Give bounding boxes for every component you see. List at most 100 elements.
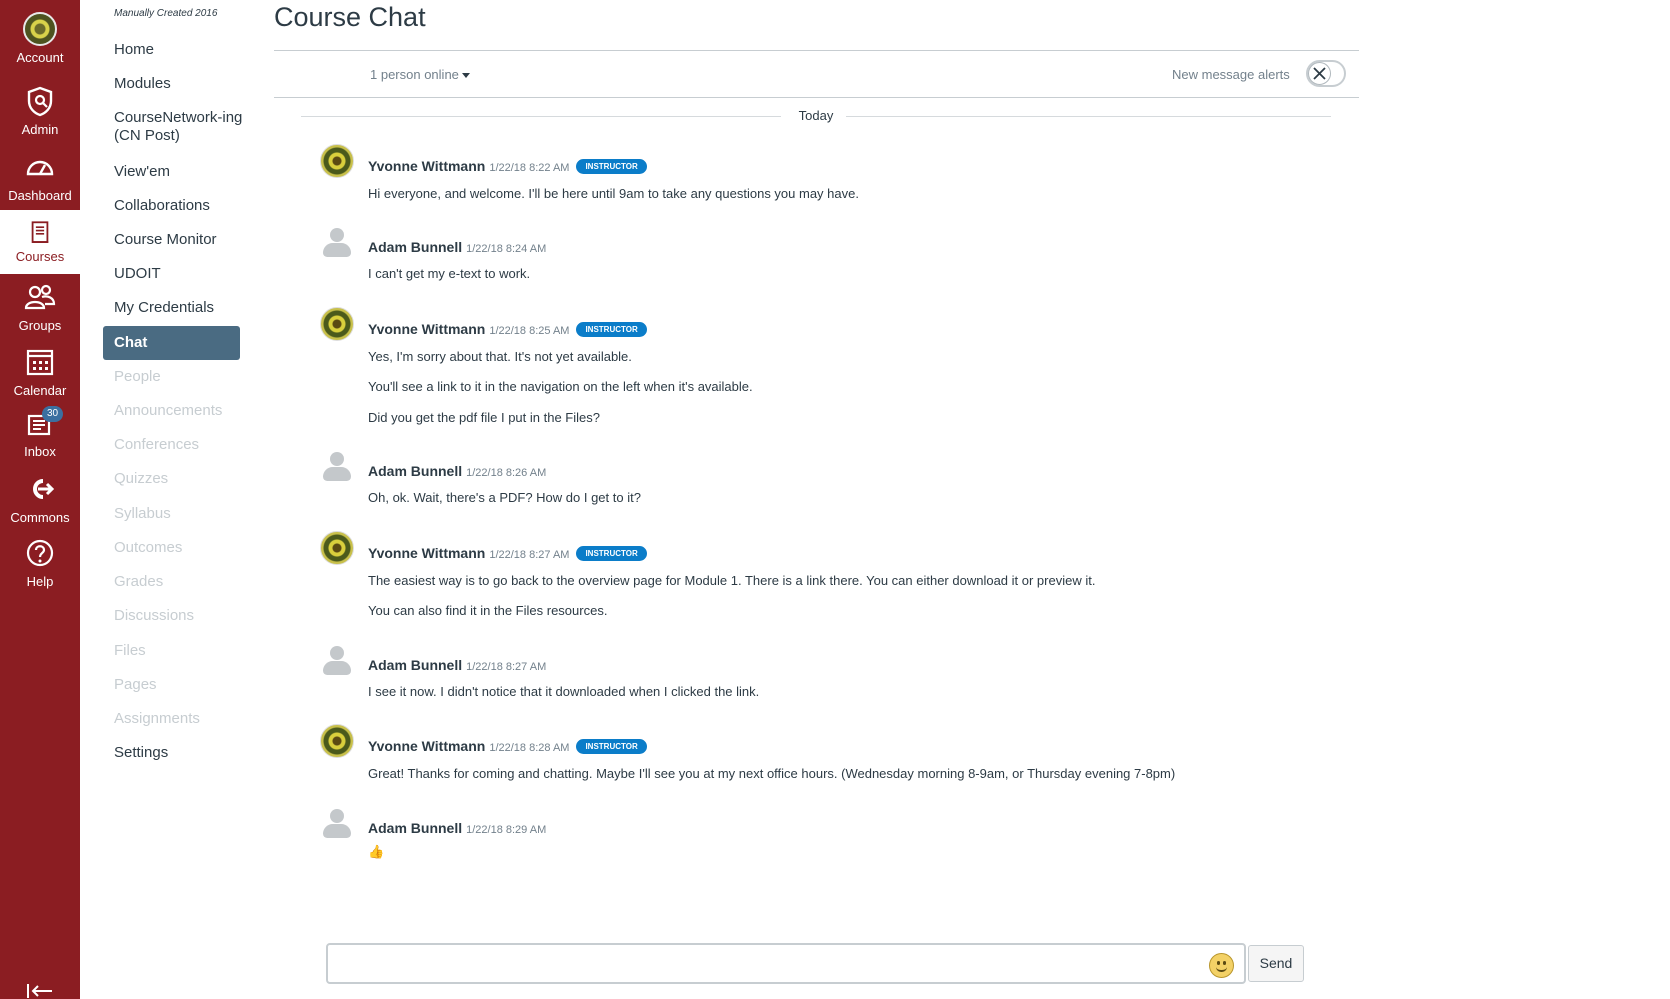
timestamp: 1/22/18 8:24 AM — [466, 243, 547, 255]
divider — [274, 50, 1359, 51]
course-nav-outcomes[interactable]: Outcomes — [114, 539, 250, 557]
course-nav-files[interactable]: Files — [114, 642, 250, 660]
global-nav-help[interactable]: Help — [0, 536, 80, 589]
global-nav-label: Courses — [15, 249, 65, 264]
course-nav-home[interactable]: Home — [114, 41, 250, 59]
dashboard-icon — [26, 160, 54, 176]
global-nav-calendar[interactable]: Calendar — [0, 345, 80, 398]
canvas-app: Account Admin Dashboard Courses Groups C… — [0, 0, 1670, 999]
course-nav-course-monitor[interactable]: Course Monitor — [114, 231, 250, 249]
timestamp: 1/22/18 8:27 AM — [466, 661, 547, 673]
online-users-label: 1 person online — [370, 67, 459, 82]
course-nav-assignments[interactable]: Assignments — [114, 710, 250, 728]
course-nav-chat[interactable]: Chat — [103, 326, 240, 360]
collapse-nav-icon[interactable] — [26, 984, 54, 998]
course-nav-viewem[interactable]: View'em — [114, 163, 250, 181]
chat-main: Course Chat 1 person online New message … — [274, 0, 1359, 999]
global-nav-groups[interactable]: Groups — [0, 280, 80, 333]
course-nav-quizzes[interactable]: Quizzes — [114, 470, 250, 488]
author-name[interactable]: Yvonne Wittmann — [368, 738, 485, 754]
message-input[interactable] — [326, 943, 1246, 984]
global-nav-label: Dashboard — [8, 188, 72, 203]
new-message-alerts-toggle[interactable] — [1306, 60, 1346, 87]
course-nav-people[interactable]: People — [114, 368, 250, 386]
avatar[interactable] — [320, 531, 354, 565]
global-nav-dashboard[interactable]: Dashboard — [0, 150, 80, 203]
course-nav-announcements[interactable]: Announcements — [114, 402, 250, 420]
role-badge: INSTRUCTOR — [576, 546, 647, 561]
course-nav-conferences[interactable]: Conferences — [114, 436, 250, 454]
emoji-picker-icon[interactable] — [1209, 953, 1234, 978]
send-button[interactable]: Send — [1248, 945, 1304, 982]
shield-icon — [27, 86, 53, 117]
global-nav-account[interactable]: Account — [0, 12, 80, 65]
global-nav: Account Admin Dashboard Courses Groups C… — [0, 0, 80, 999]
avatar[interactable] — [320, 724, 354, 758]
message-text: I see it now. I didn't notice that it do… — [368, 684, 760, 699]
divider — [274, 97, 1359, 98]
global-nav-label: Commons — [10, 510, 70, 525]
timestamp: 1/22/18 8:28 AM — [489, 742, 570, 754]
course-nav-collaborations[interactable]: Collaborations — [114, 197, 250, 215]
avatar[interactable] — [320, 449, 354, 483]
book-icon — [31, 221, 49, 243]
timestamp: 1/22/18 8:26 AM — [466, 467, 547, 479]
message-text: Great! Thanks for coming and chatting. M… — [368, 766, 1176, 781]
course-nav: Manually Created 2016 Home Modules Cours… — [80, 0, 260, 999]
course-nav-settings[interactable]: Settings — [114, 744, 250, 762]
account-avatar — [23, 12, 57, 46]
calendar-icon — [26, 349, 54, 376]
close-icon — [1313, 67, 1326, 80]
author-name[interactable]: Adam Bunnell — [368, 820, 462, 836]
commons-icon — [33, 479, 55, 499]
avatar[interactable] — [320, 225, 354, 259]
global-nav-label: Account — [16, 50, 64, 65]
author-name[interactable]: Adam Bunnell — [368, 657, 462, 673]
day-divider-label: Today — [788, 108, 844, 123]
message-text: Yes, I'm sorry about that. It's not yet … — [368, 349, 632, 364]
course-nav-discussions[interactable]: Discussions — [114, 607, 250, 625]
role-badge: INSTRUCTOR — [576, 322, 647, 337]
avatar[interactable] — [320, 307, 354, 341]
caret-down-icon — [461, 73, 470, 79]
course-nav-my-credentials[interactable]: My Credentials — [114, 299, 250, 317]
course-nav-syllabus[interactable]: Syllabus — [114, 505, 250, 523]
global-nav-inbox[interactable]: Inbox 30 — [0, 406, 80, 459]
author-name[interactable]: Yvonne Wittmann — [368, 321, 485, 337]
avatar[interactable] — [320, 643, 354, 677]
author-name[interactable]: Adam Bunnell — [368, 463, 462, 479]
help-icon — [26, 539, 54, 567]
avatar[interactable] — [320, 806, 354, 840]
global-nav-courses[interactable]: Courses — [0, 210, 80, 274]
author-name[interactable]: Yvonne Wittmann — [368, 158, 485, 174]
message-text: I can't get my e-text to work. — [368, 266, 531, 281]
inbox-unread-badge: 30 — [42, 406, 64, 422]
author-name[interactable]: Yvonne Wittmann — [368, 545, 485, 561]
course-nav-pages[interactable]: Pages — [114, 676, 250, 694]
global-nav-label: Admin — [21, 122, 59, 137]
online-users-dropdown[interactable]: 1 person online — [370, 67, 470, 82]
groups-icon — [24, 284, 56, 310]
day-divider: Today — [301, 106, 1331, 126]
course-nav-udoit[interactable]: UDOIT — [114, 265, 250, 283]
global-nav-commons[interactable]: Commons — [0, 472, 80, 525]
global-nav-label: Groups — [18, 318, 62, 333]
global-nav-admin[interactable]: Admin — [0, 84, 80, 137]
course-nav-modules[interactable]: Modules — [114, 75, 250, 93]
message-text: You'll see a link to it in the navigatio… — [368, 379, 753, 394]
avatar[interactable] — [320, 144, 354, 178]
thumbs-up-emoji: 👍 — [368, 844, 385, 859]
alerts-label: New message alerts — [1172, 67, 1290, 82]
message-text: Oh, ok. Wait, there's a PDF? How do I ge… — [368, 490, 641, 505]
course-nav-coursenetworking[interactable]: CourseNetwork-ing (CN Post) — [114, 109, 250, 145]
toggle-knob — [1308, 62, 1331, 85]
page-title: Course Chat — [274, 2, 426, 32]
role-badge: INSTRUCTOR — [576, 159, 647, 174]
message-input-field[interactable] — [336, 951, 1196, 977]
timestamp: 1/22/18 8:29 AM — [466, 824, 547, 836]
course-nav-grades[interactable]: Grades — [114, 573, 250, 591]
message-text: Hi everyone, and welcome. I'll be here u… — [368, 186, 859, 201]
timestamp: 1/22/18 8:25 AM — [489, 325, 570, 337]
message-text: Did you get the pdf file I put in the Fi… — [368, 410, 600, 425]
author-name[interactable]: Adam Bunnell — [368, 239, 462, 255]
